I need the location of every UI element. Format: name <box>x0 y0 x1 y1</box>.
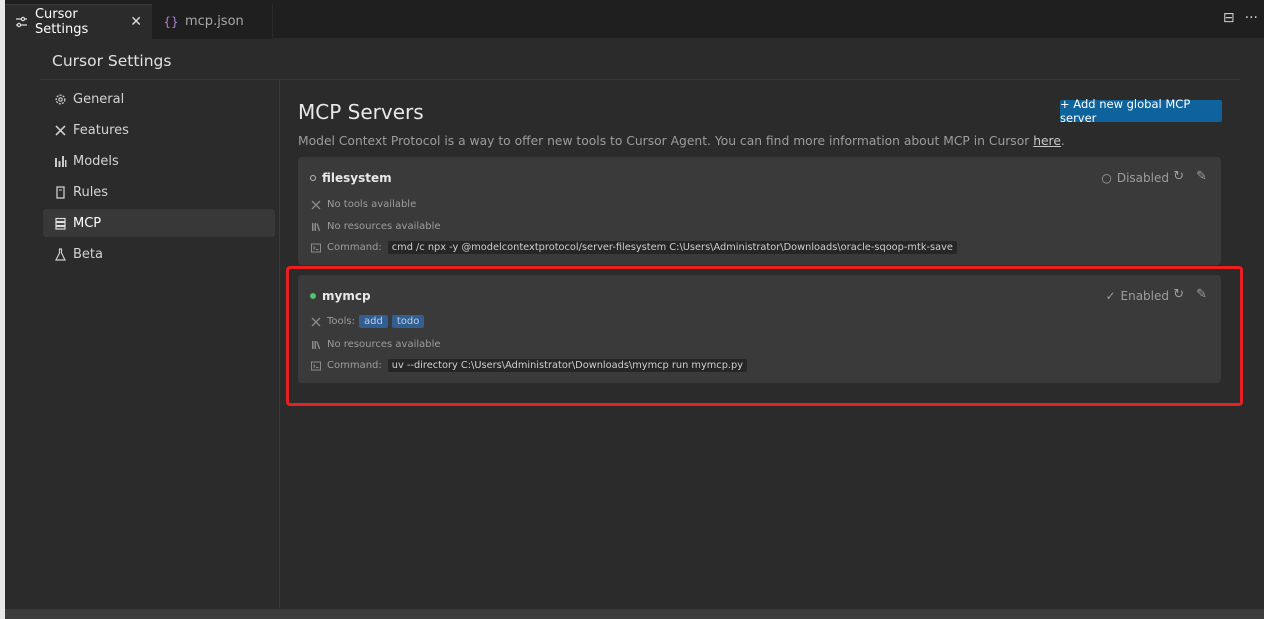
header-divider <box>40 79 1240 80</box>
command-value: uv --directory C:\Users\Administrator\Do… <box>387 359 748 372</box>
tab-actions: ⊟ ··· <box>1223 10 1258 26</box>
server-header: mymcp <box>310 289 371 303</box>
more-icon[interactable]: ··· <box>1245 10 1258 26</box>
server-status: ✓ Enabled <box>1105 289 1169 303</box>
tab-bar: Cursor Settings ✕ {} mcp.json ⊟ ··· <box>5 0 1264 39</box>
checkmark-icon: ✓ <box>1105 289 1116 303</box>
description-text: Model Context Protocol is a way to offer… <box>298 134 1030 148</box>
tool-tag-add: add <box>359 315 388 328</box>
command-label: Command: <box>327 360 382 371</box>
edit-pencil-icon[interactable]: ✎ <box>1196 287 1207 302</box>
tools-row: Tools: add todo <box>310 315 425 328</box>
library-icon <box>310 222 322 232</box>
library-icon <box>310 340 322 350</box>
sidebar-item-label: Beta <box>73 246 103 262</box>
settings-sliders-icon <box>15 16 29 28</box>
terminal-icon <box>310 243 322 253</box>
disabled-circle-icon: ○ <box>1101 171 1112 185</box>
status-dot-icon <box>310 175 316 181</box>
book-icon <box>53 185 67 199</box>
sidebar-item-label: Models <box>73 153 119 169</box>
status-dot-icon <box>310 293 316 299</box>
editor-window: Cursor Settings ✕ {} mcp.json ⊟ ··· Curs… <box>5 0 1264 619</box>
server-actions: ↻ ✎ <box>1173 287 1207 302</box>
tab-cursor-settings[interactable]: Cursor Settings ✕ <box>5 4 152 39</box>
tab-label: Cursor Settings <box>34 7 89 37</box>
sidebar-item-beta[interactable]: Beta <box>43 240 275 268</box>
sidebar-item-label: Features <box>73 122 129 138</box>
server-actions: ↻ ✎ <box>1173 169 1207 184</box>
server-card-filesystem: filesystem ○ Disabled ↻ ✎ No tools avail… <box>298 157 1221 265</box>
tab-label: mcp.json <box>185 14 244 29</box>
command-row: Command: uv --directory C:\Users\Adminis… <box>310 359 748 372</box>
refresh-icon[interactable]: ↻ <box>1173 169 1184 184</box>
tools-icon <box>310 317 322 327</box>
server-status: ○ Disabled <box>1101 171 1169 185</box>
sidebar-item-general[interactable]: General <box>43 85 275 113</box>
status-label: Disabled <box>1116 171 1169 185</box>
edit-pencil-icon[interactable]: ✎ <box>1196 169 1207 184</box>
sidebar-divider <box>279 80 280 608</box>
sidebar-item-features[interactable]: Features <box>43 116 275 144</box>
tools-label: Tools: <box>327 316 356 327</box>
settings-sidebar: General Features Models Rules MCP Beta <box>43 85 275 271</box>
sidebar-item-label: Rules <box>73 184 109 200</box>
add-global-mcp-server-button[interactable]: + Add new global MCP server <box>1060 97 1222 125</box>
description-end: . <box>1060 134 1065 148</box>
command-value: cmd /c npx -y @modelcontextprotocol/serv… <box>387 241 957 254</box>
tools-icon <box>310 200 322 210</box>
command-label: Command: <box>327 242 382 253</box>
server-card-mymcp: mymcp ✓ Enabled ↻ ✎ Tools: add todo No r… <box>298 275 1221 383</box>
resources-text: No resources available <box>327 339 441 350</box>
mcp-description: Model Context Protocol is a way to offer… <box>298 134 1065 148</box>
tab-mcp-json[interactable]: {} mcp.json <box>153 4 273 39</box>
sidebar-item-label: General <box>73 91 125 107</box>
server-header: filesystem <box>310 171 392 185</box>
server-name: mymcp <box>322 289 371 303</box>
sidebar-item-rules[interactable]: Rules <box>43 178 275 206</box>
server-icon <box>53 216 67 230</box>
bottom-status-bar <box>5 609 1264 619</box>
command-row: Command: cmd /c npx -y @modelcontextprot… <box>310 241 957 254</box>
sidebar-item-mcp[interactable]: MCP <box>43 209 275 237</box>
flask-icon <box>53 247 67 261</box>
split-editor-icon[interactable]: ⊟ <box>1223 10 1235 26</box>
chart-bars-icon <box>53 154 67 168</box>
status-label: Enabled <box>1120 289 1170 303</box>
refresh-icon[interactable]: ↻ <box>1173 287 1184 302</box>
terminal-icon <box>310 361 322 371</box>
description-link[interactable]: here <box>1033 134 1061 148</box>
gear-icon <box>53 92 67 106</box>
tools-icon <box>53 123 67 137</box>
sidebar-item-label: MCP <box>73 215 102 231</box>
resources-text: No resources available <box>327 221 441 232</box>
close-icon[interactable]: ✕ <box>130 14 142 30</box>
page-title: MCP Servers <box>298 100 424 124</box>
tool-tag-todo: todo <box>391 315 425 328</box>
sidebar-item-models[interactable]: Models <box>43 147 275 175</box>
tools-row: No tools available <box>310 199 416 210</box>
settings-title: Cursor Settings <box>52 52 172 70</box>
resources-row: No resources available <box>310 339 441 350</box>
json-braces-icon: {} <box>163 14 179 29</box>
tools-text: No tools available <box>327 199 417 210</box>
resources-row: No resources available <box>310 221 441 232</box>
server-name: filesystem <box>322 171 392 185</box>
